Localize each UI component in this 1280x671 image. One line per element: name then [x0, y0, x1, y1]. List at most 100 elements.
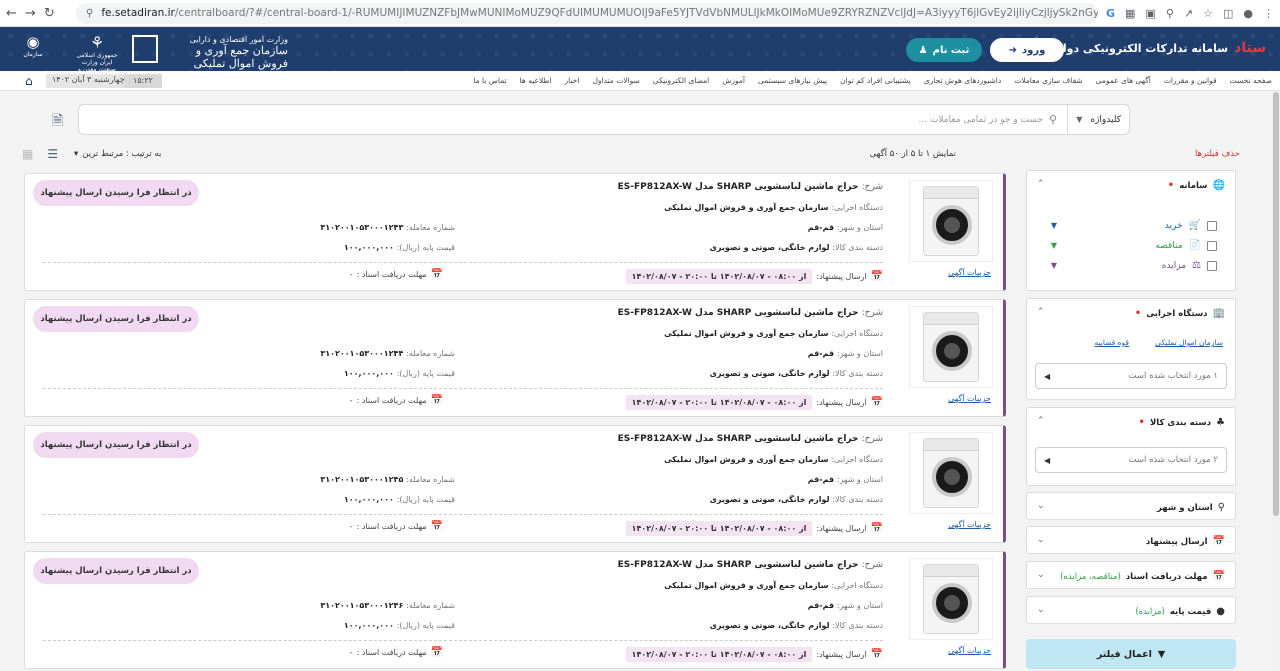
filter-header[interactable]: 🌐 سامانه •: [1168, 180, 1225, 191]
menu-item[interactable]: پشتیبانی افراد کم توان: [840, 76, 911, 85]
org-emblem-icon: [132, 35, 158, 63]
details-link[interactable]: جزییات آگهی: [948, 520, 991, 529]
filter-header[interactable]: 📅 مهلت دریافت اسناد (مناقصه، مزایده): [1060, 571, 1225, 582]
site-info-icon[interactable]: ⚲: [86, 8, 93, 19]
chevron-down-icon[interactable]: ⌄: [1037, 535, 1045, 545]
device-tag[interactable]: قوه قضاییه: [1094, 338, 1129, 347]
filter-header[interactable]: 🏢 دستگاه اجرایی •: [1135, 308, 1225, 319]
clear-filters-link[interactable]: حذف فیلترها: [1195, 149, 1240, 159]
expand-triangle-icon[interactable]: ▼: [1051, 261, 1057, 270]
checkbox[interactable]: [1207, 240, 1217, 251]
chevron-up-icon[interactable]: ⌃: [1037, 416, 1045, 426]
filter-base-price[interactable]: ● قیمت پایه (مزایده) ⌄: [1026, 596, 1236, 624]
profile-icon[interactable]: ●: [1243, 7, 1253, 20]
details-link[interactable]: جزییات آگهی: [948, 268, 991, 277]
menu-item[interactable]: اطلاعیه ها: [520, 76, 552, 85]
menu-item[interactable]: تماس با ما: [473, 76, 506, 85]
deal-number-row: شماره معامله: ۳۱۰۲۰۰۱۰۵۳۰۰۰۱۲۴۳: [320, 223, 455, 232]
page-scrollbar[interactable]: [1272, 92, 1280, 671]
filter-header[interactable]: 📅 ارسال پیشنهاد: [1146, 536, 1225, 547]
back-arrow-icon[interactable]: ←: [6, 6, 17, 21]
menu-item[interactable]: صفحه نخست: [1230, 76, 1272, 85]
card-title-text: حراج ماشین لباسشویی SHARP مدل ES-FP812AX…: [617, 560, 859, 570]
filter-header[interactable]: ● قیمت پایه (مزایده): [1135, 606, 1225, 617]
globe-icon: 🌐: [1212, 180, 1225, 191]
apply-filter-button[interactable]: ▼ اعمال فیلتر: [1026, 639, 1236, 669]
bookmark-star-icon[interactable]: ☆: [1203, 7, 1213, 20]
calendar-icon: 📅: [430, 647, 443, 658]
current-date: چهارشنبه ۳ آبان ۱۴۰۲: [46, 74, 131, 88]
scrollbar-thumb[interactable]: [1273, 92, 1279, 516]
keyword-dropdown[interactable]: کلیدواژه ▼: [1067, 105, 1129, 134]
share-icon[interactable]: ↗: [1184, 7, 1193, 20]
calendar-icon: 📅: [430, 521, 443, 532]
menu-item[interactable]: شفاف سازی معاملات: [1014, 76, 1082, 85]
extension-icon[interactable]: ▦: [1125, 7, 1135, 20]
sidepanel-icon[interactable]: ◫: [1223, 7, 1233, 20]
device-row: دستگاه اجرایی: سازمان جمع آوری و فروش ام…: [664, 203, 883, 212]
chevron-down-icon[interactable]: ⌄: [1037, 501, 1045, 511]
details-link[interactable]: جزییات آگهی: [948, 394, 991, 403]
document-deadline: 📅 مهلت دریافت اسناد : -: [349, 395, 443, 406]
filter-doc-deadline[interactable]: 📅 مهلت دریافت اسناد (مناقصه، مزایده) ⌄: [1026, 561, 1236, 589]
product-thumbnail[interactable]: [909, 558, 993, 640]
menu-kebab-icon[interactable]: ⋮: [1263, 7, 1274, 20]
menu-item[interactable]: آموزش: [722, 76, 745, 85]
browser-tools: G ▦ ▣ ⚲ ↗ ☆ ◫ ● ⋮: [1106, 7, 1274, 20]
category-select[interactable]: ۲ مورد انتخاب شده است ◀: [1035, 447, 1227, 473]
menu-item[interactable]: پیش نیازهای سیستمی: [758, 76, 827, 85]
menu-item[interactable]: سوالات متداول: [592, 76, 639, 85]
calendar-icon: 📅: [430, 269, 443, 280]
site-header: ستاد سامانه تدارکات الکترونیکی دولت ورود…: [0, 27, 1280, 80]
document-export-icon[interactable]: 🗎: [52, 110, 63, 134]
menu-item[interactable]: داشبوردهای هوش تجاری: [924, 76, 1001, 85]
product-thumbnail[interactable]: [909, 306, 993, 388]
brand[interactable]: ستاد سامانه تدارکات الکترونیکی دولت: [1035, 37, 1266, 59]
washing-machine-image: [923, 186, 979, 256]
setad-logo: ستاد: [1234, 40, 1266, 56]
required-marker: •: [1167, 180, 1175, 191]
option-buy[interactable]: 🛒 خرید ▼: [1051, 220, 1217, 231]
menu-item[interactable]: آگهی های عمومی: [1096, 76, 1151, 85]
menu-item[interactable]: قوانین و مقررات: [1164, 76, 1217, 85]
filter-header[interactable]: ⚲ استان و شهر: [1157, 502, 1225, 513]
product-thumbnail[interactable]: [909, 180, 993, 262]
auction-card: جزییات آگهی شرح: حراج ماشین لباسشویی SHA…: [24, 551, 1006, 669]
grid-view-icon[interactable]: ▦: [22, 147, 33, 161]
filter-province[interactable]: ⚲ استان و شهر ⌄: [1026, 492, 1236, 520]
device-tag[interactable]: سازمان اموال تملیکی: [1155, 338, 1223, 347]
third-emblem-label: سازمان: [23, 51, 43, 58]
sort-dropdown[interactable]: به ترتیب : مرتبط ترین ▾: [74, 149, 161, 159]
address-bar[interactable]: ⚲ fe.setadiran.ir /centralboard/?#/centr…: [76, 2, 1098, 24]
cart-icon: 🛒: [1188, 220, 1201, 231]
list-view-icon[interactable]: ☰: [47, 147, 58, 161]
google-icon[interactable]: G: [1106, 7, 1115, 20]
reload-icon[interactable]: ↻: [44, 6, 55, 21]
chevron-down-icon[interactable]: ⌄: [1037, 605, 1045, 615]
chevron-up-icon[interactable]: ⌃: [1037, 307, 1045, 317]
filter-send-offer[interactable]: 📅 ارسال پیشنهاد ⌄: [1026, 526, 1236, 554]
checkbox[interactable]: [1207, 220, 1217, 231]
expand-triangle-icon[interactable]: ▼: [1051, 241, 1057, 250]
checkbox[interactable]: [1207, 260, 1217, 271]
filter-header[interactable]: ♣ دسته بندی کالا •: [1139, 417, 1225, 428]
product-thumbnail[interactable]: [909, 432, 993, 514]
chevron-down-icon[interactable]: ⌄: [1037, 570, 1045, 580]
menu-item[interactable]: امضای الکترونیکی: [653, 76, 709, 85]
home-icon[interactable]: ⌂: [25, 74, 33, 88]
forward-arrow-icon[interactable]: →: [25, 6, 36, 21]
chevron-up-icon[interactable]: ⌃: [1037, 179, 1045, 189]
details-link[interactable]: جزییات آگهی: [948, 646, 991, 655]
login-button[interactable]: ورود ➜: [990, 38, 1064, 62]
option-tender[interactable]: 📄 مناقصه ▼: [1051, 240, 1217, 251]
deal-number-row: شماره معامله: ۳۱۰۲۰۰۱۰۵۳۰۰۰۱۲۴۵: [320, 475, 455, 484]
device-select[interactable]: ۱ مورد انتخاب شده است ◀: [1035, 363, 1227, 389]
menu-item[interactable]: اخبار: [565, 76, 580, 85]
register-button[interactable]: ثبت نام ♟: [906, 38, 982, 62]
expand-triangle-icon[interactable]: ▼: [1051, 221, 1057, 230]
option-auction[interactable]: ⚖ مزایده ▼: [1051, 260, 1217, 271]
translate-icon[interactable]: ▣: [1145, 7, 1155, 20]
search-input[interactable]: [79, 105, 1043, 134]
search-icon[interactable]: ⚲: [1049, 113, 1057, 126]
zoom-icon[interactable]: ⚲: [1166, 7, 1174, 20]
